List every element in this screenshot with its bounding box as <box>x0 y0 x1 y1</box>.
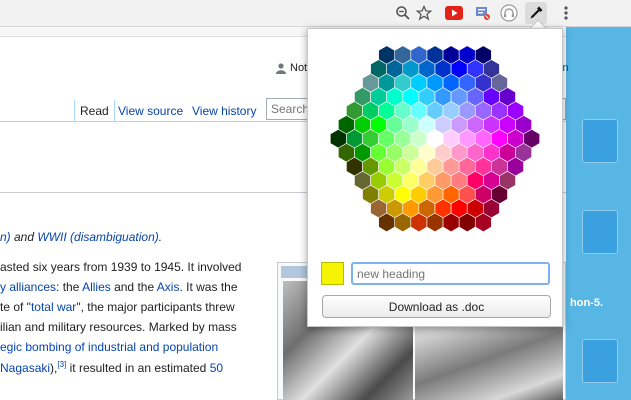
citation-3[interactable]: [3] <box>57 360 66 369</box>
link-allies[interactable]: Allies <box>82 280 111 294</box>
zoom-out-icon[interactable] <box>392 2 414 24</box>
color-picker-popup: Download as .doc <box>307 28 563 327</box>
hex-color-palette <box>329 45 540 233</box>
tab-view-history[interactable]: View history <box>187 100 261 122</box>
paragraph-line: Nagasaki),[3] it resulted in an estimate… <box>0 360 224 375</box>
selected-color-swatch <box>321 262 344 285</box>
hatnote: n) and WWII (disambiguation). <box>0 230 163 244</box>
link-nagasaki[interactable]: Nagasaki <box>0 361 50 375</box>
paragraph-line: asted six years from 1939 to 1945. It in… <box>0 260 242 274</box>
desktop-file-icon[interactable] <box>582 339 618 383</box>
youtube-extension-icon[interactable] <box>443 2 465 24</box>
link-alliances[interactable]: y alliances <box>0 280 56 294</box>
user-status: Not <box>276 62 307 74</box>
link-50[interactable]: 50 <box>210 361 223 375</box>
desktop-file-icon[interactable] <box>582 119 618 163</box>
paragraph-line: te of "total war", the major participant… <box>0 300 235 314</box>
menu-more-icon[interactable] <box>555 2 577 24</box>
hatnote-link-partial[interactable]: n) <box>0 230 11 244</box>
link-axis[interactable]: Axis <box>157 280 180 294</box>
user-icon <box>276 62 286 74</box>
headphones-extension-icon[interactable] <box>498 2 520 24</box>
desktop-file-label: hon-5. <box>570 297 603 309</box>
link-total-war[interactable]: total war <box>31 300 76 314</box>
tab-read[interactable]: Read <box>74 100 115 122</box>
desktop-background: hon-5. <box>566 27 631 400</box>
rss-extension-icon[interactable] <box>472 2 494 24</box>
link-strategic-bombing[interactable]: egic bombing of industrial and populatio… <box>0 340 218 354</box>
desktop-file-icon[interactable] <box>582 210 618 254</box>
paragraph-line: y alliances: the Allies and the Axis. It… <box>0 280 238 294</box>
not-logged-in-text: Not <box>290 62 308 74</box>
paragraph-line: ilian and military resources. Marked by … <box>0 320 237 334</box>
heading-input[interactable] <box>351 262 550 285</box>
paragraph-line: egic bombing of industrial and populatio… <box>0 340 218 354</box>
download-doc-button[interactable]: Download as .doc <box>322 295 551 318</box>
tab-view-source[interactable]: View source <box>113 100 188 122</box>
bookmark-star-icon[interactable] <box>413 2 435 24</box>
hatnote-link-wwii[interactable]: WWII (disambiguation) <box>37 230 158 244</box>
